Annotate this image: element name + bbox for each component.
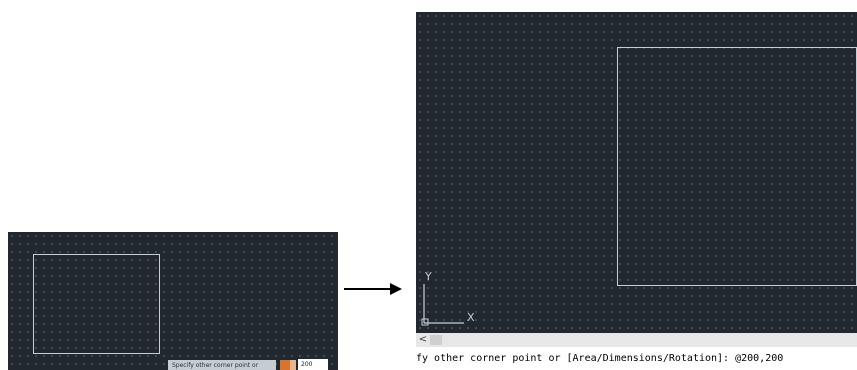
scrollbar-thumb[interactable] [430,335,442,345]
left-drawing-viewport[interactable]: Specify other corner point or 200 [8,232,338,370]
command-line[interactable]: fy other corner point or [Area/Dimension… [416,347,857,370]
main-drawing-viewport[interactable]: Y X [416,12,857,333]
drawn-rectangle-small [33,254,160,354]
dynamic-input-prompt: Specify other corner point or [168,360,276,370]
dynamic-input-arrow-shade [290,360,296,370]
ucs-y-label: Y [424,270,432,283]
dynamic-input-arrow-icon[interactable] [280,360,290,370]
dynamic-input-value-field[interactable]: 200 [298,359,328,370]
ucs-icon: Y X [421,270,475,326]
horizontal-scrollbar[interactable]: < [416,333,857,347]
transition-arrow-icon [344,283,402,295]
ucs-x-label: X [467,311,475,324]
scroll-left-icon[interactable]: < [418,333,428,347]
